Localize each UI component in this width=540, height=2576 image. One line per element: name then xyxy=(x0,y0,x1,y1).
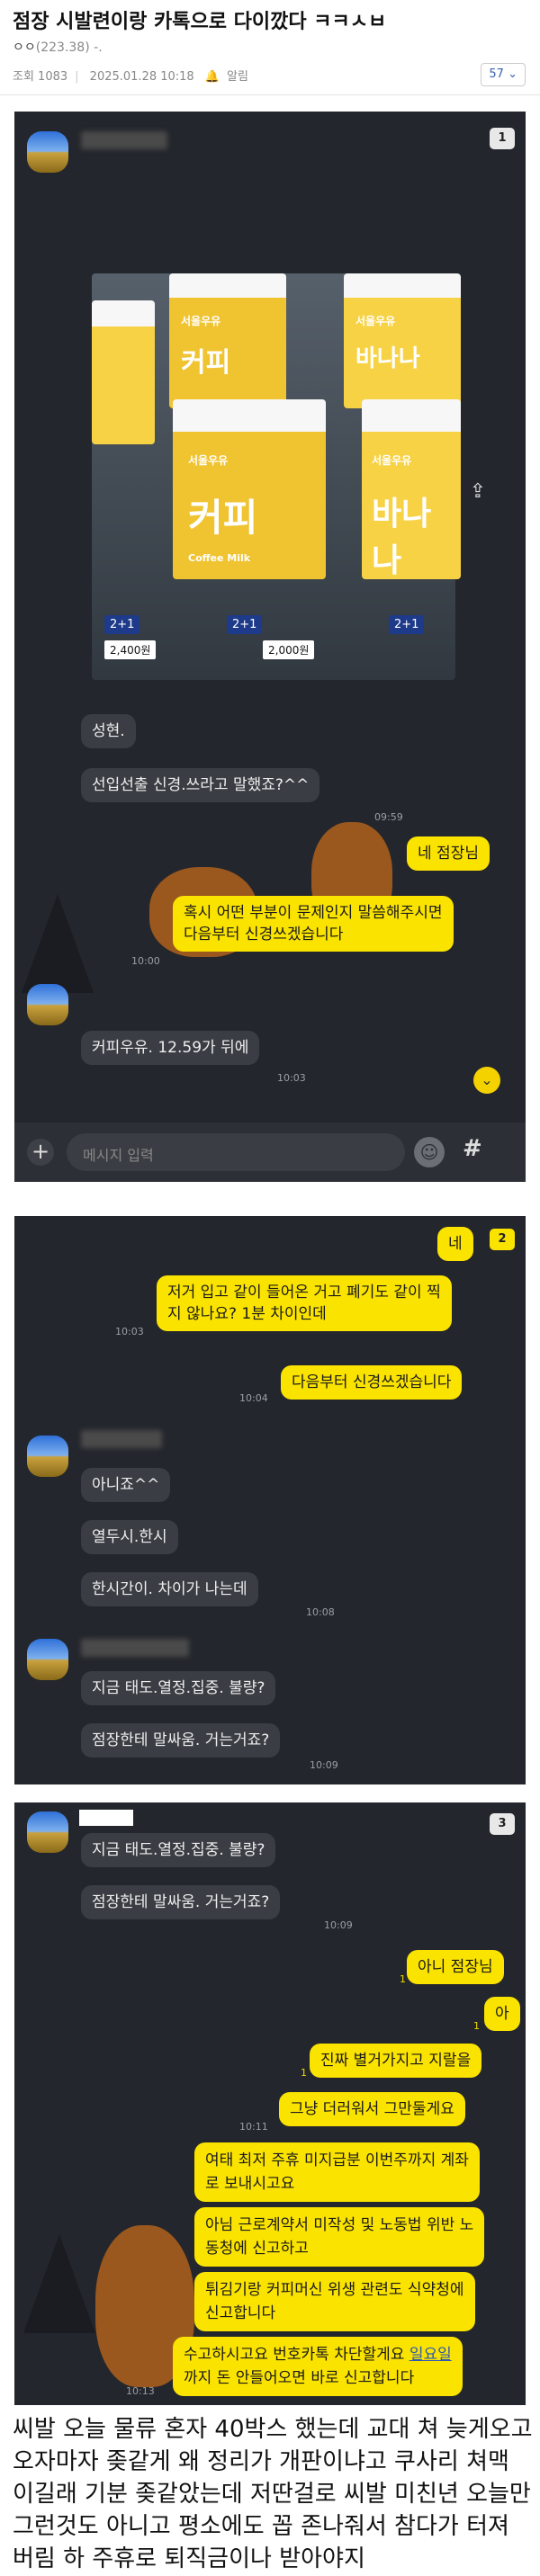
message-time: 10:03 xyxy=(115,1326,144,1337)
chat-message-mine: 그냥 더러워서 그만둘게요 xyxy=(279,2092,465,2126)
message-time: 10:09 xyxy=(324,1919,353,1931)
price-tag: 2+1 xyxy=(389,615,425,634)
plus-icon[interactable]: + xyxy=(27,1139,54,1166)
avatar xyxy=(27,984,68,1025)
message-time: 10:08 xyxy=(306,1606,335,1618)
avatar xyxy=(27,1639,68,1680)
input-placeholder: 메시지 입력 xyxy=(83,1147,154,1164)
bell-icon[interactable]: 🔔 xyxy=(205,70,220,84)
milk-carton: 서울우유 커피 xyxy=(169,273,286,408)
image-number-badge: 2 xyxy=(490,1229,515,1250)
chat-message: 선입선출 신경.쓰라고 말했죠?^^ xyxy=(81,768,320,802)
redacted-name xyxy=(79,1810,133,1826)
milk-carton: 서울우유 바나나 xyxy=(344,273,461,408)
blurred-name xyxy=(81,131,167,149)
message-time: 09:59 xyxy=(374,811,403,823)
caption-line: 버림 하 주휴로 퇴직금이나 받아야지 xyxy=(13,2545,365,2572)
chat-message-mine: 여태 최저 주휴 미지급분 이번주까지 계좌 로 보내시고요 xyxy=(194,2142,480,2202)
chat-message: 성현. xyxy=(81,714,136,748)
image-number-badge: 1 xyxy=(490,128,515,149)
post-header: 점장 시발련이랑 카톡으로 다이깠다 ㅋㅋㅅㅂ ㅇㅇ(223.38) -. 조회… xyxy=(0,0,540,95)
caption-line: 이길래 기분 좆같았는데 저딴걸로 씨발 미친년 오늘만 xyxy=(13,2481,531,2508)
unread-count: 1 xyxy=(473,2020,480,2032)
chat-message-mine: 저거 입고 같이 들어온 거고 폐기도 같이 찍 지 않나요? 1분 차이인데 xyxy=(157,1275,452,1331)
message-time: 10:09 xyxy=(310,1759,338,1771)
comment-count-button[interactable]: 57 ⌄ xyxy=(481,63,526,86)
background-tree xyxy=(23,2234,95,2333)
chat-message-mine: 네 xyxy=(437,1227,473,1261)
message-time: 10:04 xyxy=(239,1392,268,1404)
share-icon[interactable]: ⇪ xyxy=(464,480,491,507)
chat-message-mine: 아 xyxy=(484,1997,520,2031)
chat-message-mine: 다음부터 신경쓰겠습니다 xyxy=(281,1365,463,1400)
price-tag: 2+1 xyxy=(104,615,140,634)
blurred-name xyxy=(81,1639,189,1657)
post-meta: 조회 1083 | 2025.01.28 10:18 🔔 알림 xyxy=(13,70,248,84)
chat-message-mine: 진짜 별거가지고 지랄을 xyxy=(310,2044,482,2078)
milk-carton: 서울우유 바나나 xyxy=(362,399,461,579)
message-time: 10:00 xyxy=(131,955,160,967)
chat-message: 지금 태도.열정.집중. 불량? xyxy=(81,1671,276,1705)
author-separator: -. xyxy=(94,40,103,55)
chat-message-mine: 아님 근로계약서 미작성 및 노동법 위반 노 동청에 신고하고 xyxy=(194,2207,485,2267)
chat-message: 지금 태도.열정.집중. 불량? xyxy=(81,1833,276,1867)
hash-icon[interactable]: # xyxy=(463,1135,482,1162)
shelf-photo[interactable]: 서울우유 커피 서울우유 바나나 서울우유 커피 Coffee Milk 서울우유 바나나… xyxy=(92,273,461,680)
chat-message-mine: 혹시 어떤 부분이 문제인지 말씀해주시면 다음부터 신경쓰겠습니다 xyxy=(173,896,454,952)
milk-carton: 서울우유 커피 Coffee Milk xyxy=(173,399,326,579)
chat-message-mine: 수고하시고요 번호카톡 차단할게요 일요일 까지 돈 안들어오면 바로 신고합니… xyxy=(173,2337,463,2396)
chat-message-mine: 튀김기랑 커피머신 위생 관련도 식약청에 신고합니다 xyxy=(194,2272,475,2331)
message-input[interactable]: 메시지 입력 xyxy=(67,1133,405,1171)
background-tree xyxy=(22,894,94,993)
chat-message: 커피우유. 12.59가 뒤에 xyxy=(81,1031,260,1065)
caption-line: 그런것도 아니고 평소에도 꼽 존나줘서 참다가 터져 xyxy=(13,2513,509,2540)
chevron-down-icon[interactable]: ⌄ xyxy=(473,1067,500,1094)
price-tag: 2,000원 xyxy=(263,640,315,659)
chat-message-mine: 네 점장님 xyxy=(407,836,490,871)
post-author[interactable]: ㅇㅇ(223.38) -. xyxy=(13,38,103,56)
comment-count: 57 xyxy=(489,67,504,81)
chat-message: 아니죠^^ xyxy=(81,1468,171,1502)
caption-line: 씨발 오늘 물류 혼자 40박스 했는데 교대 쳐 늦게오고 xyxy=(13,2416,533,2443)
kakao-screenshot-1: 1 서울우유 커피 서울우유 바나나 서울우유 커피 Coffee Milk 서울우유 바… xyxy=(14,112,526,1182)
unread-count: 1 xyxy=(400,1973,406,1985)
chat-message: 점장한테 말싸움. 거는거죠? xyxy=(81,1723,281,1758)
emoji-icon[interactable]: ☺ xyxy=(414,1137,445,1167)
unread-count: 1 xyxy=(301,2067,307,2079)
avatar xyxy=(27,131,68,173)
message-time: 10:13 xyxy=(126,2385,155,2397)
message-input-bar: + 메시지 입력 ☺ # xyxy=(14,1123,526,1182)
blurred-name xyxy=(81,1430,162,1448)
chevron-down-icon: ⌄ xyxy=(508,67,518,81)
price-tag: 2+1 xyxy=(227,615,263,634)
kakao-screenshot-3: 3 지금 태도.열정.집중. 불량? 점장한테 말싸움. 거는거죠? 10:09… xyxy=(14,1802,526,2405)
author-ip: (223.38) xyxy=(35,40,90,55)
chat-message: 열두시.한시 xyxy=(81,1520,178,1554)
view-count: 조회 1083 xyxy=(13,70,68,84)
price-tag: 2,400원 xyxy=(104,640,157,659)
milk-carton xyxy=(92,300,155,444)
message-time: 10:03 xyxy=(277,1072,306,1084)
caption-line: 오자마자 좆같게 왜 정리가 개판이냐고 쿠사리 쳐맥 xyxy=(13,2448,509,2475)
date-link[interactable]: 일요일 xyxy=(410,2346,452,2364)
message-time: 10:11 xyxy=(239,2121,268,2133)
post-title: 점장 시발련이랑 카톡으로 다이깠다 ㅋㅋㅅㅂ xyxy=(13,11,387,33)
author-name: ㅇㅇ xyxy=(13,40,36,55)
chat-message-mine: 아니 점장님 xyxy=(407,1950,504,1984)
image-number-badge: 3 xyxy=(490,1813,515,1835)
avatar xyxy=(27,1436,68,1477)
kakao-screenshot-2: 네 2 저거 입고 같이 들어온 거고 폐기도 같이 찍 지 않나요? 1분 차… xyxy=(14,1216,526,1784)
avatar xyxy=(27,1811,68,1853)
post-date: 2025.01.28 10:18 xyxy=(89,70,194,84)
chat-message: 점장한테 말싸움. 거는거죠? xyxy=(81,1885,281,1919)
chat-message: 한시간이. 차이가 나는데 xyxy=(81,1572,258,1606)
alarm-label[interactable]: 알림 xyxy=(227,70,248,84)
